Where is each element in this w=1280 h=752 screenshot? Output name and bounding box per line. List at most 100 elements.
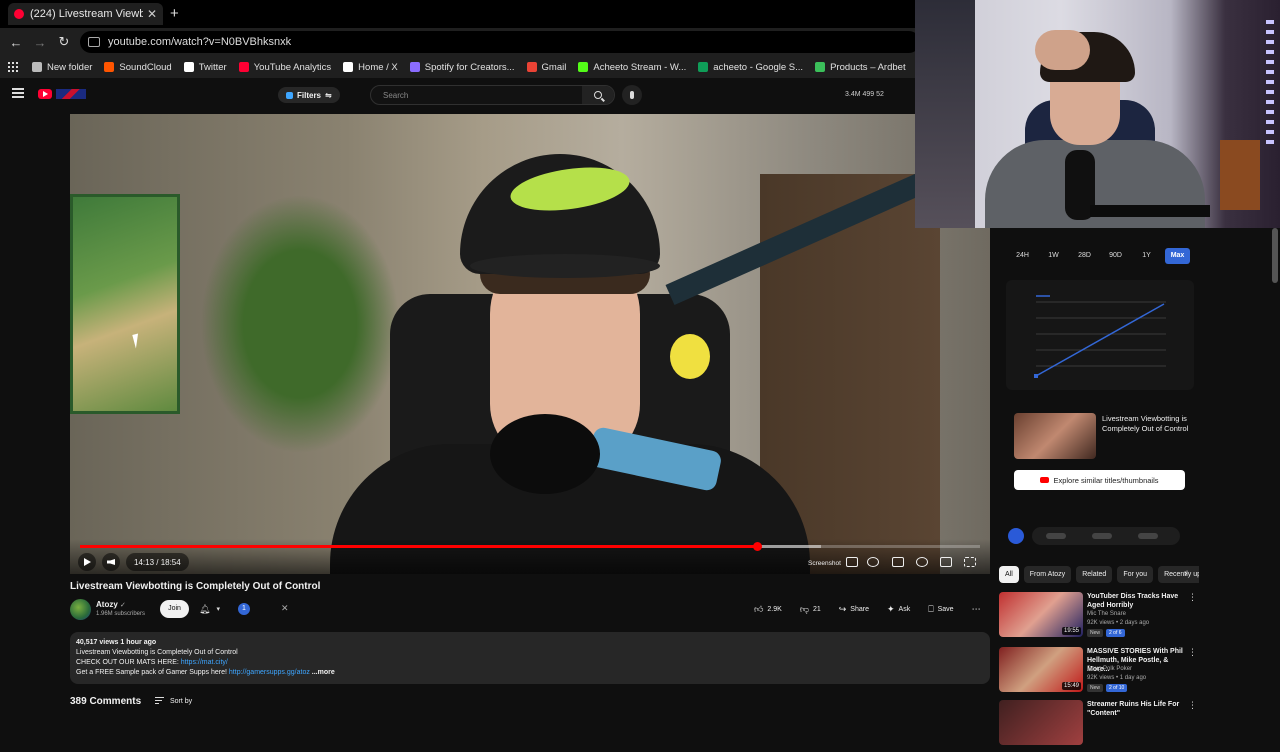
more-vertical-icon[interactable]: ⋮: [1188, 700, 1197, 711]
recommended-video[interactable]: Streamer Ruins His Life For "Content" ⋮: [999, 700, 1199, 752]
new-tab-button[interactable]: +: [170, 5, 179, 22]
fullscreen-icon[interactable]: [964, 557, 976, 567]
status-badge: 2 of 10: [1106, 684, 1128, 692]
chip[interactable]: All: [999, 566, 1019, 583]
like-button[interactable]: 👍︎ 2.9K: [748, 600, 788, 618]
voice-search-button[interactable]: [622, 85, 642, 105]
bookmark-label: New folder: [47, 61, 93, 73]
recommended-channel[interactable]: Doug Polk Poker: [1087, 666, 1132, 672]
range-button[interactable]: 28D: [1072, 248, 1097, 264]
more-vertical-icon[interactable]: ⋮: [1188, 647, 1197, 658]
bookmark-item[interactable]: Home / X: [343, 62, 398, 73]
page-scrollbar[interactable]: [1272, 228, 1278, 283]
screenshot-label[interactable]: Screenshot: [808, 560, 841, 567]
avatar[interactable]: [70, 599, 91, 620]
mats-link[interactable]: https://mat.city/: [181, 659, 228, 666]
chip[interactable]: From Atozy: [1023, 566, 1072, 583]
range-button[interactable]: 24H: [1010, 248, 1035, 264]
notifications-button[interactable]: 🔔︎ ▾: [195, 600, 229, 618]
range-button[interactable]: Max: [1165, 248, 1190, 264]
search-input[interactable]: Search: [370, 85, 615, 105]
comments-count: 389 Comments: [70, 696, 142, 707]
bookmark-item[interactable]: acheeto - Google S...: [698, 62, 803, 73]
back-icon[interactable]: ←: [4, 35, 28, 50]
bookmark-item[interactable]: Gmail: [526, 62, 566, 73]
share-icon: ↪: [838, 603, 847, 614]
views-chart-svg: [1034, 295, 1166, 378]
description-line-3: Get a FREE Sample pack of Gamer Supps he…: [76, 669, 335, 676]
bookmark-icon: [343, 62, 354, 72]
screenshot-icon[interactable]: [846, 557, 858, 567]
range-button[interactable]: 1Y: [1134, 248, 1159, 264]
scrubber-handle[interactable]: [752, 542, 762, 551]
bookmark-item[interactable]: Twitter: [183, 62, 227, 73]
play-button[interactable]: [78, 553, 96, 571]
mute-button[interactable]: [102, 553, 120, 571]
chip[interactable]: Related: [1076, 566, 1113, 583]
autoplay-icon[interactable]: [867, 557, 879, 567]
gamersupps-link[interactable]: http://gamersupps.gg/atoz: [229, 669, 310, 676]
site-info-icon[interactable]: [88, 37, 100, 47]
reload-icon[interactable]: ↻: [52, 34, 76, 50]
save-button[interactable]: ⎕ Save: [922, 600, 959, 618]
bookmark-item[interactable]: YouTube Analytics: [238, 62, 331, 73]
sort-comments-button[interactable]: Sort by: [155, 697, 192, 706]
youtube-logo-icon[interactable]: [38, 89, 52, 99]
settings-icon[interactable]: [916, 557, 928, 567]
share-button[interactable]: ↪ Share: [833, 600, 875, 618]
bookmark-item[interactable]: New folder: [32, 62, 92, 73]
bookmark-icon: [183, 62, 194, 72]
join-button[interactable]: Join: [160, 600, 189, 618]
bookmark-icon: [104, 62, 115, 72]
chip[interactable]: For you: [1117, 566, 1154, 583]
explore-similar-button[interactable]: Explore similar titles/thumbnails: [1014, 470, 1185, 490]
sparkle-icon: ✦: [886, 603, 895, 614]
description-box[interactable]: 40,517 views 1 hour ago Livestream Viewb…: [70, 632, 990, 684]
address-bar[interactable]: youtube.com/watch?v=N0BVBhksnxk: [80, 31, 920, 53]
bookmark-label: Acheeto Stream - W...: [593, 61, 687, 73]
apps-grid-icon[interactable]: [8, 62, 18, 72]
close-tab-icon[interactable]: ✕: [147, 7, 157, 21]
chips-next-icon[interactable]: ›: [1184, 568, 1187, 579]
more-actions-button[interactable]: ⋯: [966, 600, 987, 618]
recommended-channel[interactable]: Mic The Snare: [1087, 611, 1126, 617]
ask-button[interactable]: ✦ Ask: [881, 600, 916, 618]
recommended-video[interactable]: 15:49 MASSIVE STORIES With Phil Hellmuth,…: [999, 647, 1199, 699]
subtitles-icon[interactable]: [892, 557, 904, 567]
extension-options[interactable]: [1032, 527, 1180, 545]
bookmark-icon: [32, 62, 42, 72]
recommended-video[interactable]: 19:55 YouTuber Diss Tracks Have Aged Horr…: [999, 592, 1199, 644]
range-button[interactable]: 90D: [1103, 248, 1128, 264]
video-thumbnail[interactable]: 15:49: [999, 647, 1083, 692]
search-button[interactable]: [582, 86, 614, 104]
microphone-icon: [630, 91, 634, 99]
more-vertical-icon[interactable]: ⋮: [1188, 592, 1197, 603]
progress-bar[interactable]: [80, 542, 980, 551]
browser-tab[interactable]: (224) Livestream Viewbotting is ✕: [8, 3, 163, 25]
bookmark-icon: ⎕: [928, 603, 934, 614]
tab-title: (224) Livestream Viewbotting is: [30, 8, 143, 20]
video-thumbnail[interactable]: [999, 700, 1083, 745]
miniplayer-icon[interactable]: [940, 557, 952, 567]
menu-icon[interactable]: [12, 88, 24, 100]
bookmark-item[interactable]: Spotify for Creators...: [409, 62, 515, 73]
bookmark-item[interactable]: SoundCloud: [104, 62, 172, 73]
video-player[interactable]: 14:13 / 18:54 Screenshot: [70, 114, 990, 574]
recommended-title[interactable]: Streamer Ruins His Life For "Content": [1087, 700, 1187, 718]
chevron-down-icon: ▾: [216, 606, 220, 613]
range-button[interactable]: 1W: [1041, 248, 1066, 264]
video-thumbnail[interactable]: 19:55: [999, 592, 1083, 637]
bookmark-item[interactable]: Acheeto Stream - W...: [578, 62, 686, 73]
extension-logo-icon[interactable]: [1008, 528, 1024, 544]
filters-button[interactable]: Filters ⇋: [278, 87, 340, 103]
info-badge[interactable]: 1: [238, 603, 250, 615]
show-more-link[interactable]: ...more: [312, 669, 335, 676]
close-icon[interactable]: ✕: [281, 603, 289, 614]
channel-name[interactable]: Atozy ✓: [96, 600, 126, 609]
recommended-title[interactable]: YouTuber Diss Tracks Have Aged Horribly: [1087, 592, 1187, 610]
dislike-button[interactable]: 👎︎ 21: [794, 600, 827, 618]
bookmark-label: Home / X: [358, 61, 398, 73]
forward-icon[interactable]: →: [28, 35, 52, 50]
bookmark-item[interactable]: Products – Ardbet: [815, 62, 906, 73]
chip[interactable]: Recently uploaded: [1158, 566, 1199, 583]
